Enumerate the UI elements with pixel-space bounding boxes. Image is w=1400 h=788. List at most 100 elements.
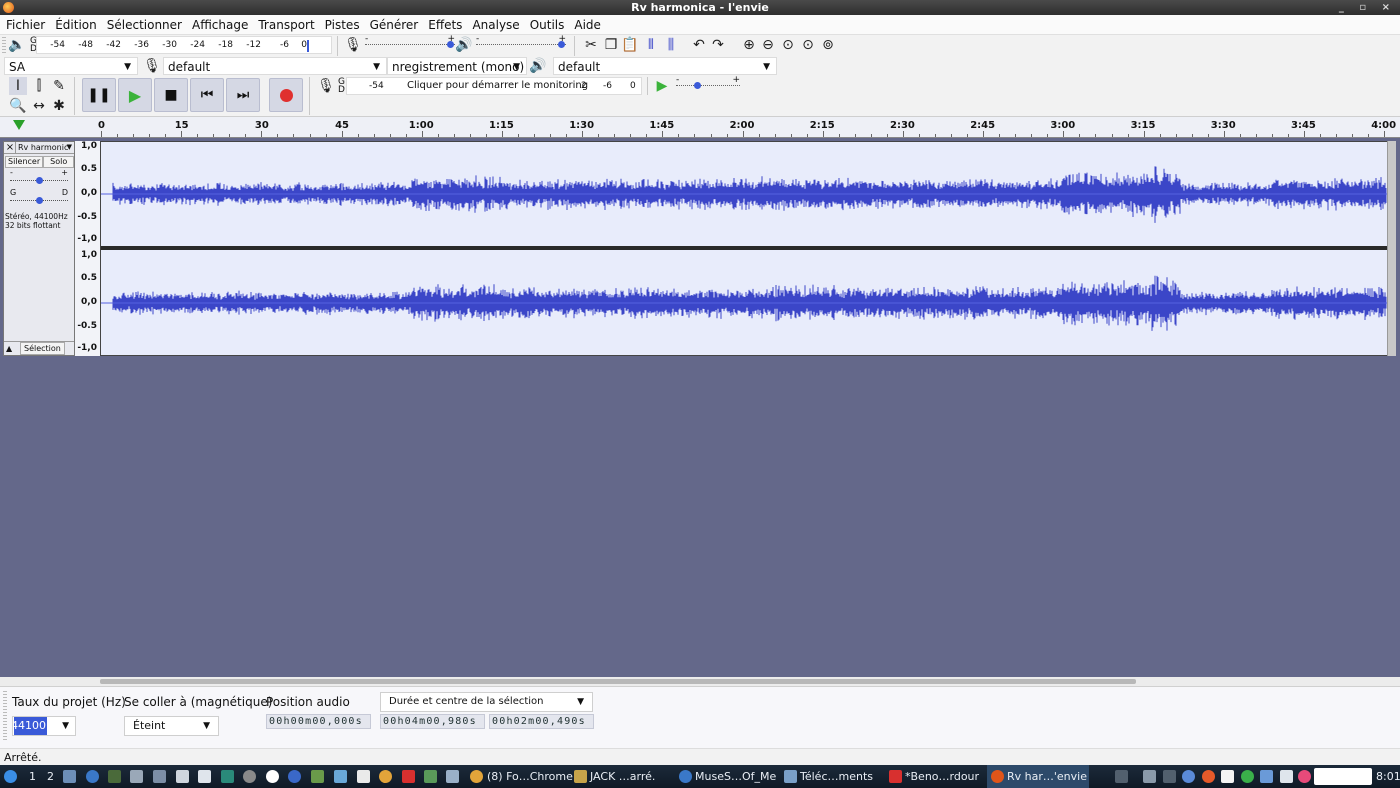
play-at-speed-icon[interactable]: ▶ bbox=[654, 77, 670, 95]
workspace-2[interactable]: 2 bbox=[47, 765, 54, 788]
display-tray-icon[interactable] bbox=[1143, 770, 1156, 783]
playback-meter[interactable]: -54 -48 -42 -36 -30 -24 -18 -12 -6 0 bbox=[36, 36, 332, 54]
pause-button[interactable]: ❚❚ bbox=[82, 78, 116, 112]
menu-selectionner[interactable]: Sélectionner bbox=[103, 18, 188, 32]
menu-transport[interactable]: Transport bbox=[254, 18, 320, 32]
menu-affichage[interactable]: Affichage bbox=[188, 18, 254, 32]
toolbar-grip[interactable] bbox=[3, 691, 7, 741]
zoom-out-icon[interactable]: ⊖ bbox=[759, 36, 777, 54]
paste-icon[interactable]: 📋 bbox=[621, 36, 639, 54]
terminal-icon[interactable] bbox=[108, 770, 121, 783]
mute-button[interactable]: Silencer bbox=[5, 156, 44, 168]
task-jack[interactable]: JACK …arré. bbox=[572, 765, 675, 788]
files-icon[interactable] bbox=[446, 770, 459, 783]
record-channels-select[interactable]: nregistrement (mono) ▼ bbox=[387, 57, 527, 75]
image-viewer-icon[interactable] bbox=[311, 770, 324, 783]
monitor-icon[interactable] bbox=[153, 770, 166, 783]
menu-aide[interactable]: Aide bbox=[570, 18, 607, 32]
play-head-triangle-icon[interactable] bbox=[13, 120, 25, 130]
workspace-1[interactable]: 1 bbox=[29, 765, 36, 788]
network-icon[interactable] bbox=[288, 770, 301, 783]
record-device-select[interactable]: default ▼ bbox=[163, 57, 387, 75]
project-rate-select[interactable]: 44100 ▼ bbox=[12, 716, 76, 736]
play-button[interactable]: ▶ bbox=[118, 78, 152, 112]
zoom-toggle-icon[interactable]: ⊚ bbox=[819, 36, 837, 54]
multi-tool-icon[interactable]: ✱ bbox=[50, 97, 68, 115]
menu-effets[interactable]: Effets bbox=[424, 18, 468, 32]
app-launcher-icon[interactable] bbox=[221, 770, 234, 783]
menu-pistes[interactable]: Pistes bbox=[321, 18, 366, 32]
clipboard-tray-icon[interactable] bbox=[1221, 770, 1234, 783]
power-icon[interactable] bbox=[1202, 770, 1215, 783]
solo-button[interactable]: Solo bbox=[43, 156, 75, 168]
select-track-button[interactable]: Sélection bbox=[20, 342, 65, 355]
silence-audio-icon[interactable]: ⫼ bbox=[662, 36, 680, 54]
window-controls[interactable]: _ ▫ × bbox=[1339, 0, 1396, 15]
task-musescore[interactable]: MuseS…Of_Me bbox=[677, 765, 780, 788]
play-speed-slider[interactable]: - + bbox=[676, 75, 740, 93]
task-audacity[interactable]: Rv har…'envie bbox=[987, 765, 1089, 788]
scrollbar-thumb[interactable] bbox=[100, 679, 1136, 684]
notes-tray-icon[interactable] bbox=[1280, 770, 1293, 783]
menu-fichier[interactable]: Fichier bbox=[2, 18, 51, 32]
horizontal-scrollbar[interactable] bbox=[0, 677, 1400, 686]
snap-select[interactable]: Éteint ▼ bbox=[124, 716, 219, 736]
collapse-icon[interactable]: ▲ bbox=[6, 344, 12, 353]
record-button[interactable] bbox=[269, 78, 303, 112]
selection-tool-icon[interactable]: I bbox=[9, 77, 27, 95]
app-icon[interactable] bbox=[424, 770, 437, 783]
track-name[interactable]: Rv harmonic bbox=[18, 143, 68, 152]
start-menu-icon[interactable] bbox=[4, 770, 17, 783]
pan-slider[interactable]: G D bbox=[10, 188, 68, 204]
selection-mode-select[interactable]: Durée et centre de la sélection ▼ bbox=[380, 692, 593, 712]
files-tray-icon[interactable] bbox=[1260, 770, 1273, 783]
record-meter[interactable]: -54 Cliquer pour démarrer le monitoring … bbox=[346, 77, 642, 95]
musescore-launcher-icon[interactable] bbox=[86, 770, 99, 783]
cut-icon[interactable]: ✂ bbox=[582, 36, 600, 54]
copy-icon[interactable]: ❐ bbox=[602, 36, 620, 54]
ardour-launcher-icon[interactable] bbox=[402, 770, 415, 783]
menu-analyse[interactable]: Analyse bbox=[468, 18, 525, 32]
record-volume-slider[interactable]: - + bbox=[365, 34, 455, 52]
envelope-tool-icon[interactable]: ⫿ bbox=[30, 77, 48, 95]
audio-position-time[interactable]: 00h00m00,000s bbox=[266, 714, 371, 729]
speaker-icon[interactable]: 🔈 bbox=[8, 36, 25, 54]
waveform-area[interactable] bbox=[100, 141, 1396, 356]
timeshift-tool-icon[interactable]: ↔ bbox=[30, 97, 48, 115]
fit-project-icon[interactable]: ⊙ bbox=[799, 36, 817, 54]
trim-audio-icon[interactable]: ⫴ bbox=[642, 36, 660, 54]
fit-selection-icon[interactable]: ⊙ bbox=[779, 36, 797, 54]
skip-start-button[interactable]: ⏮ bbox=[190, 78, 224, 112]
undo-icon[interactable]: ↶ bbox=[690, 36, 708, 54]
speaker-tray-icon[interactable] bbox=[1163, 770, 1176, 783]
browser-launcher-icon[interactable] bbox=[266, 770, 279, 783]
playback-device-select[interactable]: default ▼ bbox=[553, 57, 777, 75]
color-tray-icon[interactable] bbox=[1298, 770, 1311, 783]
menu-outils[interactable]: Outils bbox=[526, 18, 571, 32]
volume-tray-icon[interactable] bbox=[1115, 770, 1128, 783]
task-downloads[interactable]: Téléc…ments bbox=[782, 765, 885, 788]
selection-center-time[interactable]: 00h02m00,490s bbox=[489, 714, 594, 729]
chrome-launcher-icon[interactable] bbox=[379, 770, 392, 783]
timeline-ruler[interactable]: 0 15 30 45 1:00 1:15 1:30 1:45 2:00 2:15 2:30 2:45 3… bbox=[0, 117, 1400, 138]
amplitude-ruler[interactable]: 1,0 0.5 0,0 -0.5 -1,0 1,0 0.5 0,0 -0.5 -… bbox=[75, 141, 100, 356]
gear-icon[interactable] bbox=[1182, 770, 1195, 783]
search-input[interactable] bbox=[1314, 768, 1372, 785]
menu-generer[interactable]: Générer bbox=[366, 18, 425, 32]
draw-tool-icon[interactable]: ✎ bbox=[50, 77, 68, 95]
microphone-icon[interactable]: 🎙 bbox=[317, 77, 335, 95]
zoom-tool-icon[interactable]: 🔍 bbox=[9, 97, 27, 115]
editor-icon[interactable] bbox=[334, 770, 347, 783]
audio-host-select[interactable]: SA ▼ bbox=[4, 57, 138, 75]
calculator-icon[interactable] bbox=[176, 770, 189, 783]
file-manager-icon[interactable] bbox=[63, 770, 76, 783]
redo-icon[interactable]: ↷ bbox=[709, 36, 727, 54]
settings-launcher-icon[interactable] bbox=[243, 770, 256, 783]
close-icon[interactable]: × bbox=[5, 142, 16, 154]
skip-end-button[interactable]: ⏭ bbox=[226, 78, 260, 112]
playback-volume-slider[interactable]: - + bbox=[476, 34, 566, 52]
config-icon[interactable] bbox=[357, 770, 370, 783]
menu-edition[interactable]: Édition bbox=[51, 18, 103, 32]
gain-slider[interactable]: - + bbox=[10, 168, 68, 184]
chevron-down-icon[interactable]: ▼ bbox=[67, 143, 72, 151]
